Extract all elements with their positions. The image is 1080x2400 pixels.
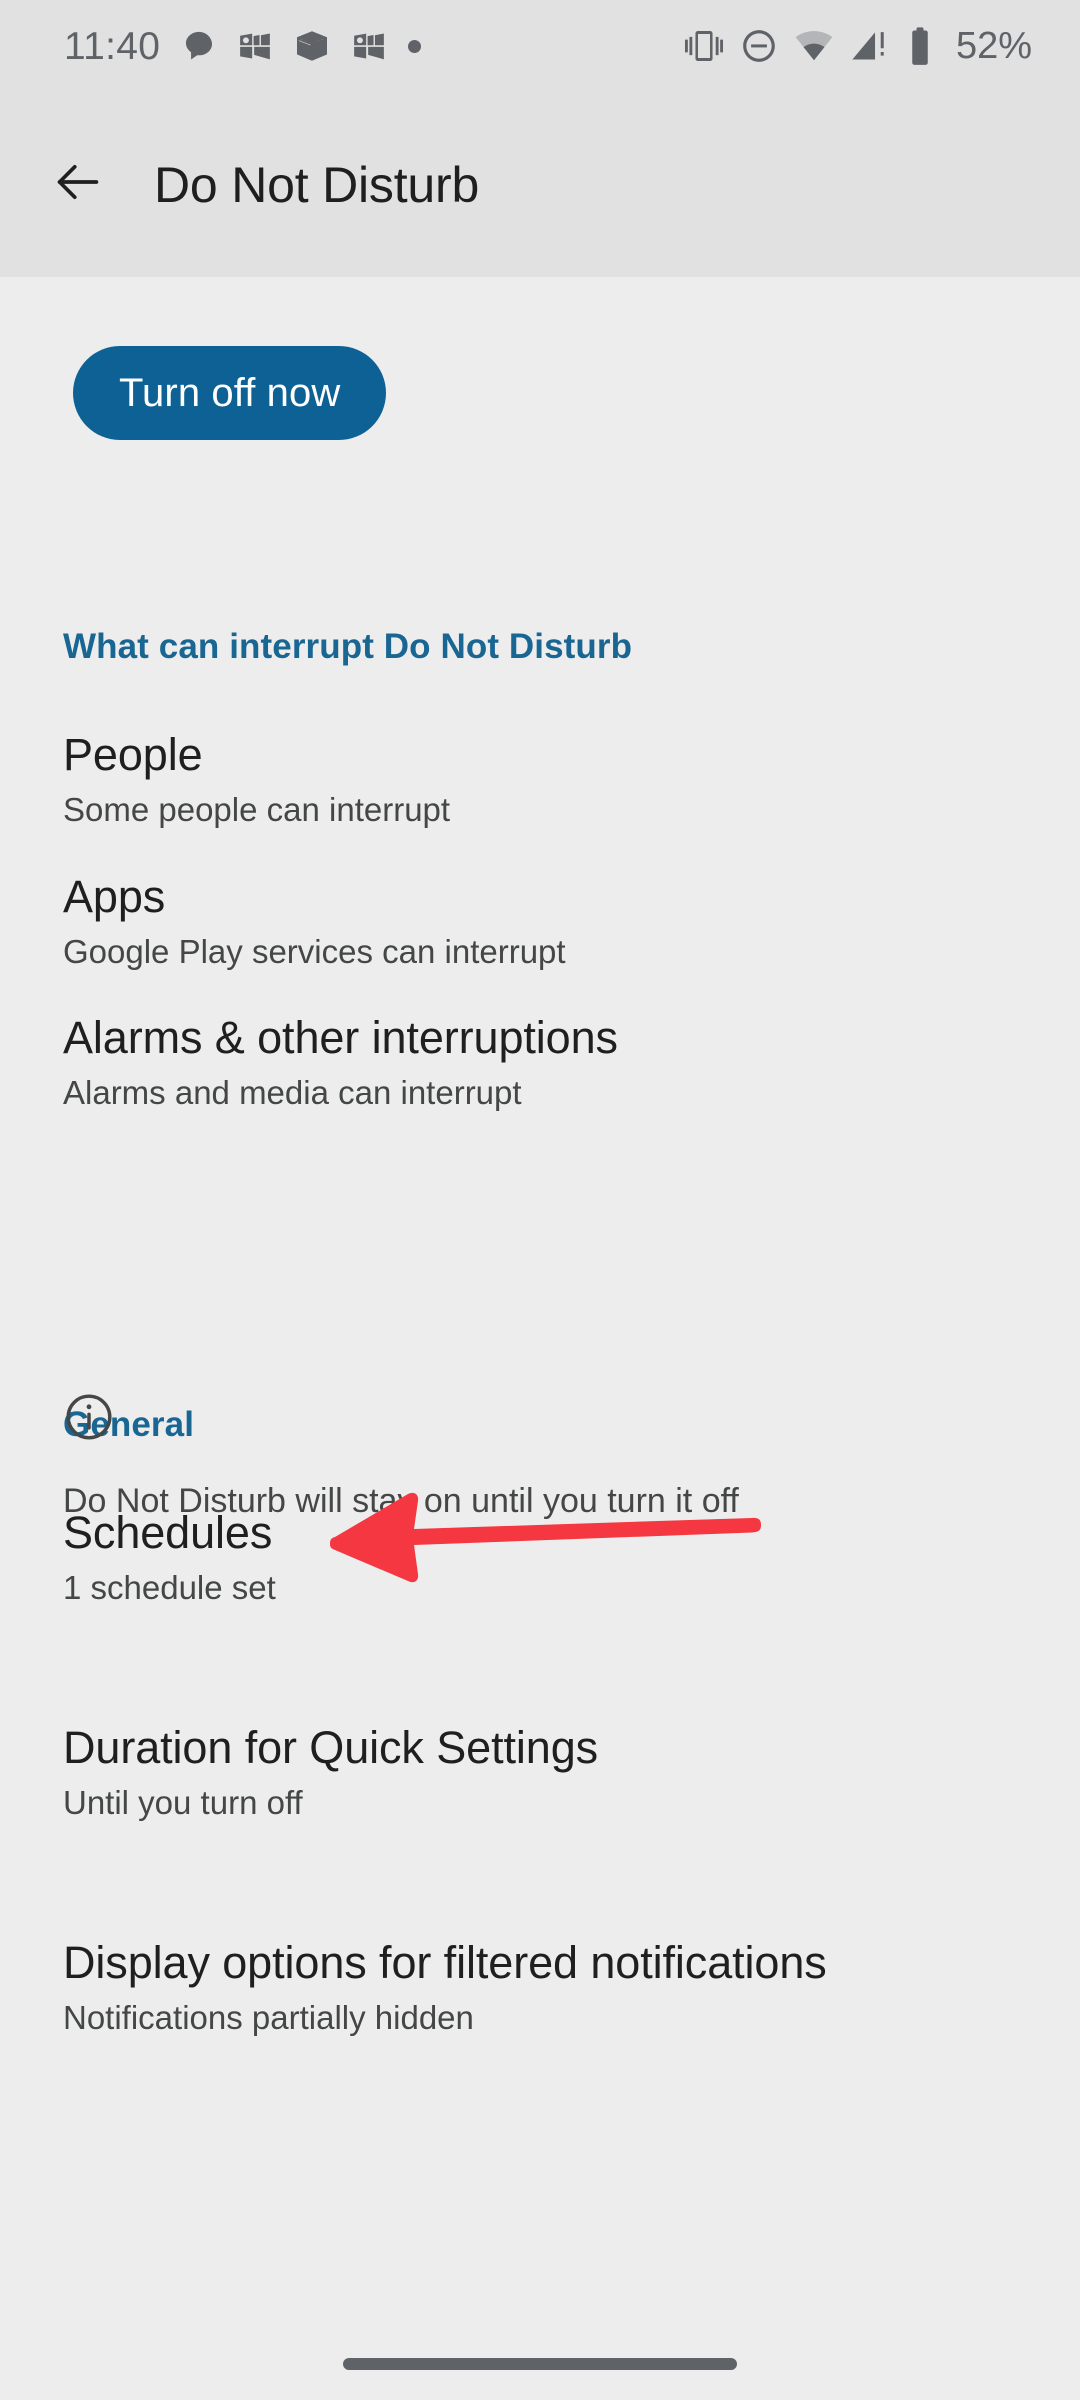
outlook-icon bbox=[352, 29, 386, 63]
pref-row-apps[interactable]: Apps Google Play services can interrupt bbox=[0, 871, 1080, 991]
status-bar-left: 11:40 bbox=[64, 24, 422, 68]
pref-row-schedules[interactable]: Schedules 1 schedule set bbox=[0, 1507, 1080, 1627]
turn-off-now-button[interactable]: Turn off now bbox=[73, 346, 387, 440]
app-bar: Do Not Disturb bbox=[0, 92, 1080, 277]
pref-title: People bbox=[63, 729, 203, 780]
wifi-icon bbox=[795, 27, 833, 65]
vibrate-icon bbox=[684, 27, 723, 65]
battery-icon bbox=[905, 27, 935, 65]
do-not-disturb-icon bbox=[740, 27, 778, 65]
pref-row-people[interactable]: People Some people can interrupt bbox=[0, 729, 1080, 849]
pref-title: Apps bbox=[63, 871, 166, 922]
cellular-signal-alert-icon bbox=[850, 27, 888, 65]
settings-content: Turn off now What can interrupt Do Not D… bbox=[0, 277, 1080, 2400]
back-button[interactable] bbox=[30, 137, 126, 233]
pref-subtitle: Some people can interrupt bbox=[63, 791, 451, 828]
chat-bubble-icon bbox=[182, 29, 216, 63]
outlook-icon bbox=[238, 29, 272, 63]
battery-percent-label: 52% bbox=[955, 25, 1032, 67]
pref-title: Display options for filtered notificatio… bbox=[63, 1937, 827, 1988]
system-nav-bar bbox=[0, 2328, 1080, 2400]
package-box-icon bbox=[294, 28, 330, 64]
status-bar-clock: 11:40 bbox=[64, 24, 161, 68]
status-bar-right: 52% bbox=[684, 25, 1032, 67]
home-indicator-pill[interactable] bbox=[343, 2358, 737, 2370]
pref-subtitle: Notifications partially hidden bbox=[63, 1999, 474, 2036]
pref-title: Alarms & other interruptions bbox=[63, 1012, 618, 1063]
info-circle-icon bbox=[63, 1391, 115, 1443]
pref-title: Duration for Quick Settings bbox=[63, 1722, 599, 1773]
arrow-left-icon bbox=[52, 156, 104, 213]
pref-subtitle: Until you turn off bbox=[63, 1784, 303, 1821]
page-title: Do Not Disturb bbox=[154, 156, 480, 213]
pref-subtitle: Google Play services can interrupt bbox=[63, 933, 566, 970]
section-header-interrupt: What can interrupt Do Not Disturb bbox=[63, 627, 633, 666]
status-bar: 11:40 52% bbox=[0, 0, 1080, 92]
pref-row-alarms-other-interruptions[interactable]: Alarms & other interruptions Alarms and … bbox=[0, 1012, 1080, 1132]
footer-note: Do Not Disturb will stay on until you tu… bbox=[63, 1482, 739, 1520]
pref-subtitle: 1 schedule set bbox=[63, 1569, 276, 1606]
notification-dot-icon bbox=[408, 39, 422, 53]
pref-row-display-options-filtered-notifications[interactable]: Display options for filtered notificatio… bbox=[0, 1937, 1080, 2057]
pref-subtitle: Alarms and media can interrupt bbox=[63, 1074, 522, 1111]
pref-row-duration-quick-settings[interactable]: Duration for Quick Settings Until you tu… bbox=[0, 1722, 1080, 1842]
